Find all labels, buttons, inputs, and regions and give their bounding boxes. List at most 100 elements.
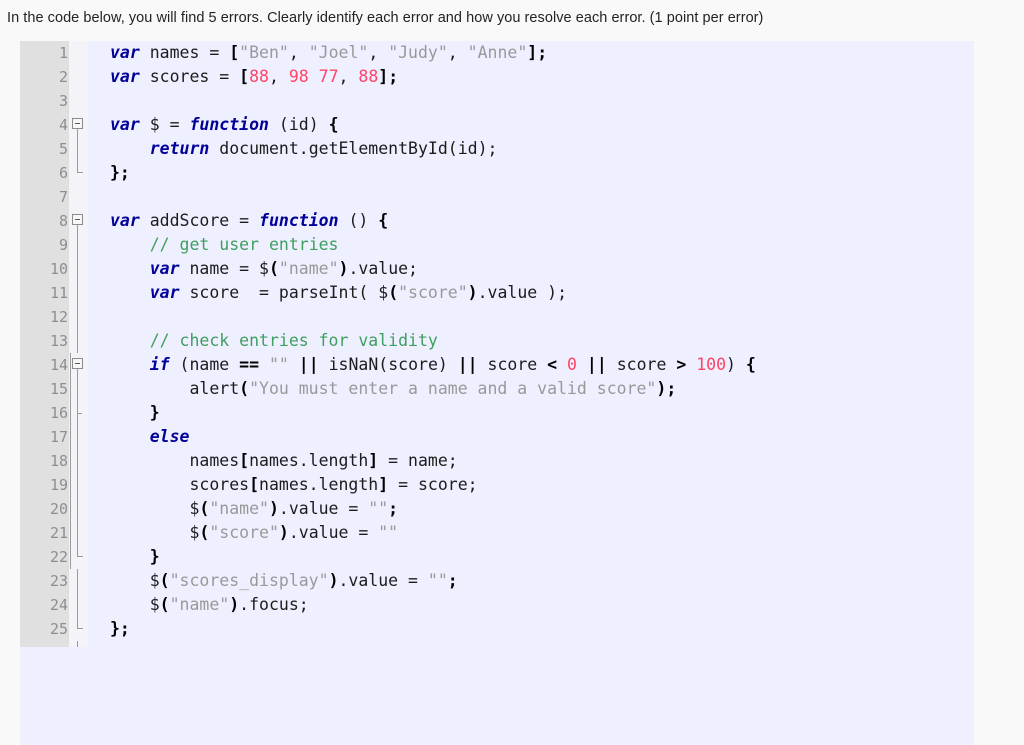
code-text[interactable]: $("score").value = "" bbox=[88, 521, 398, 545]
question-prompt: In the code below, you will find 5 error… bbox=[7, 10, 764, 26]
code-text[interactable]: }; bbox=[88, 161, 130, 185]
code-token-plain: $ bbox=[110, 499, 200, 518]
fold-gutter[interactable] bbox=[68, 545, 88, 569]
fold-gutter[interactable] bbox=[68, 353, 88, 377]
code-token-kw: var bbox=[110, 115, 140, 134]
fold-gutter[interactable] bbox=[68, 593, 88, 617]
code-line[interactable]: 24 $("name").focus; bbox=[20, 593, 974, 617]
code-line[interactable]: 16 } bbox=[20, 401, 974, 425]
code-line[interactable]: 23 $("scores_display").value = ""; bbox=[20, 569, 974, 593]
code-token-num: 77 bbox=[318, 67, 339, 86]
code-token-plain: .value; bbox=[348, 259, 418, 278]
code-line[interactable]: 13 // check entries for validity bbox=[20, 329, 974, 353]
code-text[interactable]: $("scores_display").value = ""; bbox=[88, 569, 458, 593]
code-text[interactable]: $("name").value = ""; bbox=[88, 497, 398, 521]
code-line[interactable]: 3 bbox=[20, 89, 974, 113]
code-text[interactable] bbox=[88, 305, 110, 329]
code-token-punct: ] bbox=[368, 451, 379, 470]
fold-bracket bbox=[77, 257, 78, 281]
code-token-kw: if bbox=[149, 355, 170, 374]
code-text[interactable] bbox=[88, 89, 110, 113]
code-text[interactable]: if (name == "" || isNaN(score) || score … bbox=[88, 353, 756, 377]
fold-gutter[interactable] bbox=[68, 401, 88, 425]
code-text[interactable]: var scores = [88, 98 77, 88]; bbox=[88, 65, 398, 89]
code-line[interactable]: 22 } bbox=[20, 545, 974, 569]
fold-gutter[interactable] bbox=[68, 449, 88, 473]
fold-gutter[interactable] bbox=[68, 233, 88, 257]
code-line[interactable]: 20 $("name").value = ""; bbox=[20, 497, 974, 521]
code-text[interactable]: names[names.length] = name; bbox=[88, 449, 457, 473]
fold-gutter[interactable] bbox=[68, 425, 88, 449]
code-line[interactable]: 1 var names = ["Ben", "Joel", "Judy", "An… bbox=[20, 41, 974, 65]
code-token-plain: () bbox=[338, 211, 379, 230]
code-token-punct: ; bbox=[388, 499, 399, 518]
fold-gutter[interactable] bbox=[68, 497, 88, 521]
fold-gutter[interactable] bbox=[68, 41, 88, 65]
fold-gutter[interactable] bbox=[68, 521, 88, 545]
code-text[interactable]: $("name").focus; bbox=[88, 593, 309, 617]
code-viewer[interactable]: 1 var names = ["Ben", "Joel", "Judy", "An… bbox=[20, 41, 974, 745]
code-token-plain: .value ); bbox=[477, 283, 568, 302]
fold-bracket bbox=[77, 425, 78, 449]
code-text[interactable]: // check entries for validity bbox=[88, 329, 438, 353]
fold-gutter[interactable] bbox=[68, 617, 88, 641]
fold-collapse-icon[interactable] bbox=[72, 118, 83, 129]
code-line[interactable]: 19 scores[names.length] = score; bbox=[20, 473, 974, 497]
fold-collapse-icon[interactable] bbox=[72, 358, 83, 369]
code-text[interactable]: var addScore = function () { bbox=[88, 209, 388, 233]
code-line[interactable]: 15 alert("You must enter a name and a va… bbox=[20, 377, 974, 401]
fold-gutter[interactable] bbox=[68, 65, 88, 89]
code-text[interactable]: else bbox=[88, 425, 190, 449]
code-token-punct: ]; bbox=[527, 43, 548, 62]
code-text[interactable]: // get user entries bbox=[88, 233, 339, 257]
fold-gutter[interactable] bbox=[68, 209, 88, 233]
fold-gutter[interactable] bbox=[68, 89, 88, 113]
code-text[interactable]: return document.getElementById(id); bbox=[88, 137, 498, 161]
fold-gutter[interactable] bbox=[68, 569, 88, 593]
line-number: 10 bbox=[20, 257, 68, 281]
fold-gutter[interactable] bbox=[68, 113, 88, 137]
code-text[interactable]: var name = $("name").value; bbox=[88, 257, 418, 281]
code-line[interactable]: 8 var addScore = function () { bbox=[20, 209, 974, 233]
code-line[interactable]: 18 names[names.length] = name; bbox=[20, 449, 974, 473]
code-line[interactable]: 17 else bbox=[20, 425, 974, 449]
code-line[interactable]: 6}; bbox=[20, 161, 974, 185]
code-line[interactable]: 25}; bbox=[20, 617, 974, 641]
fold-gutter[interactable] bbox=[68, 161, 88, 185]
fold-gutter[interactable] bbox=[68, 473, 88, 497]
code-line[interactable]: 21 $("score").value = "" bbox=[20, 521, 974, 545]
code-line[interactable]: 4 var $ = function (id) { bbox=[20, 113, 974, 137]
code-text[interactable]: var $ = function (id) { bbox=[88, 113, 339, 137]
fold-gutter[interactable] bbox=[68, 185, 88, 209]
code-text[interactable]: alert("You must enter a name and a valid… bbox=[88, 377, 676, 401]
code-token-punct: ( bbox=[268, 259, 279, 278]
code-line[interactable]: 7 bbox=[20, 185, 974, 209]
code-line[interactable]: 10 var name = $("name").value; bbox=[20, 257, 974, 281]
code-token-plain: names = bbox=[139, 43, 230, 62]
fold-gutter[interactable] bbox=[68, 281, 88, 305]
code-token-plain: alert bbox=[110, 379, 240, 398]
fold-gutter[interactable] bbox=[68, 377, 88, 401]
code-text[interactable]: } bbox=[88, 545, 160, 569]
code-line[interactable]: 9 // get user entries bbox=[20, 233, 974, 257]
line-number: 18 bbox=[20, 449, 68, 473]
fold-gutter[interactable] bbox=[68, 305, 88, 329]
fold-gutter[interactable] bbox=[68, 257, 88, 281]
code-line[interactable]: 12 bbox=[20, 305, 974, 329]
code-text[interactable]: } bbox=[88, 401, 160, 425]
line-number: 21 bbox=[20, 521, 68, 545]
code-text[interactable]: var names = ["Ben", "Joel", "Judy", "Ann… bbox=[88, 41, 547, 65]
fold-collapse-icon[interactable] bbox=[72, 214, 83, 225]
code-text[interactable] bbox=[88, 185, 110, 209]
code-line[interactable]: 14 if (name == "" || isNaN(score) || sco… bbox=[20, 353, 974, 377]
code-text[interactable]: var score = parseInt( $("score").value )… bbox=[88, 281, 567, 305]
code-line[interactable]: 2 var scores = [88, 98 77, 88]; bbox=[20, 65, 974, 89]
code-line[interactable]: 5 return document.getElementById(id); bbox=[20, 137, 974, 161]
code-line[interactable]: 11 var score = parseInt( $("score").valu… bbox=[20, 281, 974, 305]
fold-gutter[interactable] bbox=[68, 329, 88, 353]
fold-gutter[interactable] bbox=[68, 137, 88, 161]
code-token-punct: || bbox=[298, 355, 319, 374]
code-text[interactable]: }; bbox=[88, 617, 130, 641]
line-number: 15 bbox=[20, 377, 68, 401]
code-text[interactable]: scores[names.length] = score; bbox=[88, 473, 477, 497]
